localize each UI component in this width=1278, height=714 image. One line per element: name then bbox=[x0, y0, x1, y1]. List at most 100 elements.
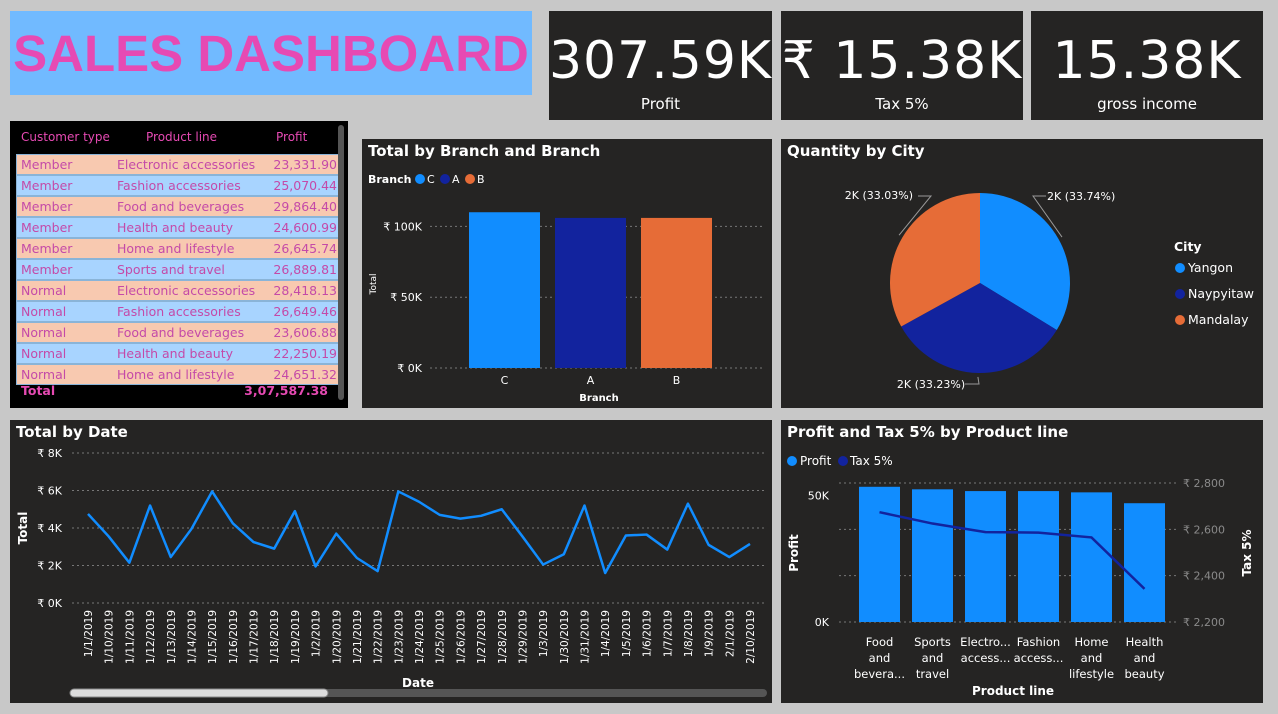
x-tick-label: 1/1/2019 bbox=[83, 610, 95, 657]
x-axis-label: Date bbox=[402, 676, 434, 690]
profit-card[interactable]: 307.59K Profit bbox=[549, 11, 772, 120]
legend-label: C bbox=[427, 173, 435, 186]
table-row[interactable]: Member Sports and travel 26,889.81 bbox=[16, 259, 344, 280]
legend-label: Tax 5% bbox=[849, 454, 893, 468]
legend-label: Profit bbox=[800, 454, 832, 468]
table-row[interactable]: Normal Home and lifestyle 24,651.32 bbox=[16, 364, 344, 385]
x-tick-label: 2/10/2019 bbox=[745, 610, 757, 664]
x-tick-label: 1/8/2019 bbox=[683, 610, 695, 657]
table-row[interactable]: Member Home and lifestyle 26,645.74 bbox=[16, 238, 344, 259]
bar bbox=[555, 217, 626, 368]
scrollbar-thumb bbox=[69, 688, 329, 698]
profit-card-label: Profit bbox=[640, 95, 681, 113]
x-tick-label: and bbox=[1134, 651, 1156, 665]
x-axis-label: Product line bbox=[972, 684, 1054, 698]
cell-product-line: Food and beverages bbox=[117, 325, 245, 340]
cell-product-line: Food and beverages bbox=[117, 199, 245, 214]
y-tick-label: ₹ 0K bbox=[37, 597, 62, 610]
x-tick-label: 1/25/2019 bbox=[435, 610, 447, 664]
legend-marker bbox=[415, 174, 425, 184]
x-tick-label: Electro... bbox=[960, 635, 1011, 649]
tax-card-value: ₹ 15.38K bbox=[781, 31, 1023, 91]
product-chart-panel[interactable]: Profit and Tax 5% by Product line Profit… bbox=[781, 420, 1263, 703]
y-tick-label: ₹ 4K bbox=[37, 522, 62, 535]
y-tick-label: ₹ 2K bbox=[37, 560, 62, 573]
table-row[interactable]: Normal Fashion accessories 26,649.46 bbox=[16, 301, 344, 322]
x-tick-label: 1/27/2019 bbox=[476, 610, 488, 664]
cell-product-line: Fashion accessories bbox=[117, 178, 241, 193]
cell-product-line: Health and beauty bbox=[117, 220, 234, 235]
legend-marker bbox=[838, 456, 848, 466]
x-tick-label: 2/1/2019 bbox=[724, 610, 736, 657]
table-row[interactable]: Member Fashion accessories 25,070.44 bbox=[16, 175, 344, 196]
x-tick-label: 1/20/2019 bbox=[331, 610, 343, 664]
branch-chart: Branch C A B ₹ 0K ₹ 50K ₹ 100K Total C A B Branch bbox=[368, 173, 764, 404]
cell-profit: 22,250.19 bbox=[273, 346, 337, 361]
table-row[interactable]: Member Health and beauty 24,600.99 bbox=[16, 217, 344, 238]
gross-income-card[interactable]: 15.38K gross income bbox=[1031, 11, 1263, 120]
x-tick-label: Home bbox=[1075, 635, 1109, 649]
table-row[interactable]: Normal Electronic accessories 28,418.13 bbox=[16, 280, 344, 301]
header-product-line[interactable]: Product line bbox=[146, 130, 217, 144]
legend-marker bbox=[465, 174, 475, 184]
cell-profit: 25,070.44 bbox=[273, 178, 337, 193]
cell-customer-type: Member bbox=[21, 199, 73, 214]
x-tick-label: 1/19/2019 bbox=[290, 610, 302, 664]
cell-customer-type: Member bbox=[21, 241, 73, 256]
x-tick-label: 1/18/2019 bbox=[269, 610, 281, 664]
profit-card-value: 307.59K bbox=[548, 31, 773, 91]
table-total-row: Total 3,07,587.38 bbox=[10, 383, 340, 403]
cell-customer-type: Normal bbox=[21, 367, 67, 382]
city-chart-panel[interactable]: Quantity by City 2K (33.74%) 2K (33.23%) 2… bbox=[781, 139, 1263, 408]
series-line bbox=[87, 490, 751, 575]
x-tick-label: 1/6/2019 bbox=[642, 610, 654, 657]
x-tick-label: 1/15/2019 bbox=[207, 610, 219, 664]
legend-marker bbox=[1175, 289, 1185, 299]
y-tick-label: ₹ 8K bbox=[37, 447, 62, 460]
header-customer-type[interactable]: Customer type bbox=[21, 130, 110, 144]
profit-table[interactable]: Customer type Product line Profit Member… bbox=[10, 121, 348, 408]
cell-profit: 24,651.32 bbox=[273, 367, 337, 382]
date-chart-panel[interactable]: Total by Date ₹ 0K ₹ 2K ₹ 4K ₹ 6K ₹ 8K Total 1… bbox=[10, 420, 772, 703]
table-row[interactable]: Member Food and beverages 29,864.40 bbox=[16, 196, 344, 217]
legend-marker bbox=[787, 456, 797, 466]
cell-product-line: Home and lifestyle bbox=[117, 367, 235, 382]
pie-data-label: 2K (33.03%) bbox=[845, 189, 913, 202]
y2-axis-label: Tax 5% bbox=[1240, 529, 1254, 576]
tax-card[interactable]: ₹ 15.38K Tax 5% bbox=[781, 11, 1023, 120]
x-tick-label: C bbox=[501, 374, 509, 387]
x-tick-label: 1/13/2019 bbox=[166, 610, 178, 664]
branch-chart-panel[interactable]: Total by Branch and Branch Branch C A B ₹ 0K… bbox=[362, 139, 772, 408]
pie-data-label: 2K (33.74%) bbox=[1047, 190, 1115, 203]
legend-label: Mandalay bbox=[1188, 312, 1249, 327]
table-row[interactable]: Member Electronic accessories 23,331.90 bbox=[16, 154, 344, 175]
y-tick-label: ₹ 100K bbox=[383, 220, 422, 233]
cell-customer-type: Member bbox=[21, 262, 73, 277]
legend-title: Branch bbox=[368, 173, 411, 186]
y-axis-label: Total bbox=[16, 512, 30, 545]
cell-product-line: Health and beauty bbox=[117, 346, 234, 361]
total-value: 3,07,587.38 bbox=[244, 383, 328, 398]
y-tick-label: ₹ 0K bbox=[397, 362, 422, 375]
cell-profit: 26,645.74 bbox=[273, 241, 337, 256]
legend-label: Yangon bbox=[1187, 260, 1233, 275]
x-tick-label: 1/31/2019 bbox=[580, 610, 592, 664]
table-row[interactable]: Normal Health and beauty 22,250.19 bbox=[16, 343, 344, 364]
cell-profit: 23,606.88 bbox=[273, 325, 337, 340]
y-tick-label: 0K bbox=[815, 616, 830, 629]
table-scrollbar[interactable] bbox=[338, 125, 344, 400]
header-profit[interactable]: Profit bbox=[276, 130, 307, 144]
table-row[interactable]: Normal Food and beverages 23,606.88 bbox=[16, 322, 344, 343]
leader-line bbox=[965, 376, 980, 385]
bar bbox=[641, 217, 712, 368]
y-axis-label: Total bbox=[369, 273, 379, 295]
bar bbox=[912, 489, 953, 622]
bar bbox=[1018, 491, 1059, 622]
cell-product-line: Home and lifestyle bbox=[117, 241, 235, 256]
bar bbox=[469, 212, 540, 368]
gross-income-card-value: 15.38K bbox=[1052, 31, 1242, 91]
cell-profit: 28,418.13 bbox=[273, 283, 337, 298]
gross-income-card-label: gross income bbox=[1097, 95, 1197, 113]
cell-profit: 24,600.99 bbox=[273, 220, 337, 235]
x-tick-label: access... bbox=[1014, 651, 1064, 665]
